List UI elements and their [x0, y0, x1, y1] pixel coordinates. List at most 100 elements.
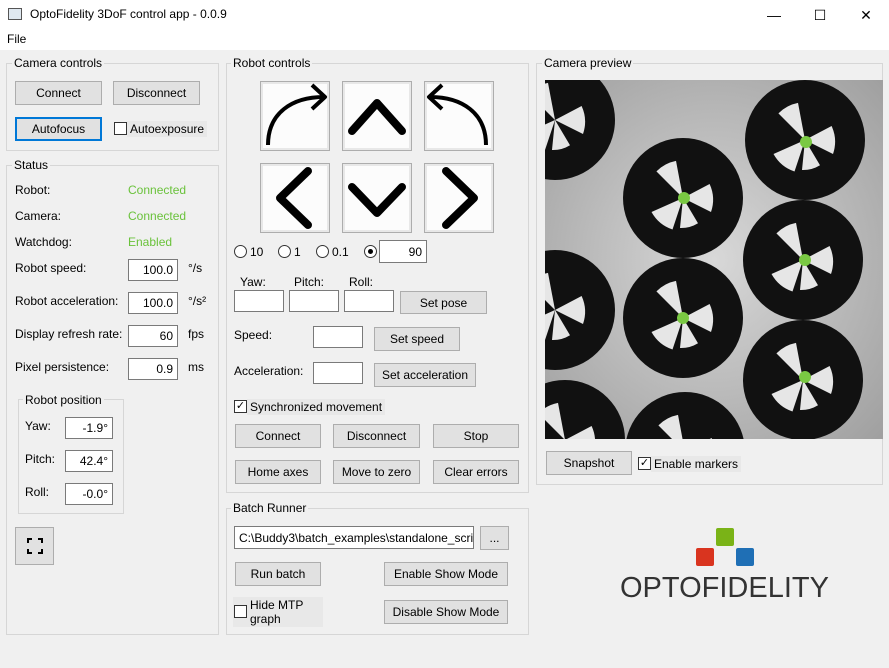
yaw-left-button[interactable]	[260, 163, 330, 233]
position-pitch-field: 42.4°	[65, 450, 113, 472]
robot-position-title: Robot position	[23, 393, 104, 407]
refresh-rate-unit: fps	[188, 327, 205, 341]
set-speed-button[interactable]: Set speed	[374, 327, 460, 351]
hide-mtp-graph-label: Hide MTP graph	[250, 598, 304, 626]
refresh-rate-label: Display refresh rate:	[15, 327, 123, 341]
position-pitch-label: Pitch:	[25, 452, 56, 466]
robot-connect-button[interactable]: Connect	[235, 424, 321, 448]
move-to-zero-button[interactable]: Move to zero	[333, 460, 420, 484]
snapshot-button[interactable]: Snapshot	[546, 451, 632, 475]
step-1-radio[interactable]	[278, 245, 291, 258]
camera-preview-title: Camera preview	[542, 56, 634, 70]
watchdog-status-value: Enabled	[128, 235, 173, 249]
home-axes-button[interactable]: Home axes	[235, 460, 321, 484]
pose-roll-label: Roll:	[349, 275, 374, 289]
set-pose-button[interactable]: Set pose	[400, 291, 487, 314]
step-0-1-radio[interactable]	[316, 245, 329, 258]
rotate-clockwise-icon	[266, 83, 327, 146]
pose-roll-input[interactable]	[344, 290, 394, 312]
autoexposure-label: Autoexposure	[127, 121, 208, 137]
status-title: Status	[12, 158, 51, 172]
synchronized-movement-checkbox[interactable]: ✓	[234, 400, 247, 413]
pose-yaw-label: Yaw:	[240, 275, 266, 289]
pixel-persistence-label: Pixel persistence:	[15, 360, 110, 374]
camera-preview-image[interactable]	[545, 80, 883, 439]
pose-pitch-input[interactable]	[289, 290, 339, 312]
batch-runner-title: Batch Runner	[231, 501, 309, 515]
clear-errors-button[interactable]: Clear errors	[433, 460, 519, 484]
autoexposure-checkbox[interactable]	[114, 122, 127, 135]
step-0-1-label: 0.1	[332, 245, 349, 259]
camera-status-label: Camera:	[15, 209, 62, 223]
browse-button[interactable]: ...	[480, 526, 509, 550]
stop-button[interactable]: Stop	[433, 424, 519, 448]
chevron-down-icon	[348, 183, 406, 217]
fullscreen-icon	[26, 538, 43, 554]
robot-controls-title: Robot controls	[231, 56, 313, 70]
minimize-button[interactable]: —	[751, 0, 797, 30]
camera-controls-title: Camera controls	[12, 56, 105, 70]
pixel-persistence-unit: ms	[188, 360, 204, 374]
robot-speed-field[interactable]: 100.0	[128, 259, 178, 281]
close-button[interactable]: ✕	[843, 0, 889, 30]
robot-disconnect-button[interactable]: Disconnect	[333, 424, 420, 448]
step-1-label: 1	[294, 245, 301, 259]
chevron-right-icon	[442, 167, 478, 229]
position-roll-label: Roll:	[25, 485, 50, 499]
position-yaw-field: -1.9°	[65, 417, 113, 439]
enable-markers-checkbox[interactable]: ✓	[638, 457, 651, 470]
marker	[678, 192, 690, 204]
robot-accel-label: Robot acceleration:	[15, 294, 119, 308]
step-10-label: 10	[250, 245, 264, 259]
refresh-rate-field[interactable]: 60	[128, 325, 178, 347]
pose-pitch-label: Pitch:	[294, 275, 325, 289]
pose-yaw-input[interactable]	[234, 290, 284, 312]
enable-markers-label: Enable markers	[651, 456, 742, 472]
custom-step-field[interactable]: 90	[379, 240, 427, 263]
hide-mtp-graph-checkbox[interactable]	[234, 605, 247, 618]
rotate-ccw-button[interactable]	[424, 81, 494, 151]
title-bar: OptoFidelity 3DoF control app - 0.0.9 — …	[0, 0, 889, 30]
synchronized-movement-label: Synchronized movement	[247, 399, 386, 415]
camera-disconnect-button[interactable]: Disconnect	[113, 81, 200, 105]
minimize-icon: —	[767, 7, 781, 23]
disable-show-mode-button[interactable]: Disable Show Mode	[384, 600, 508, 624]
optofidelity-logo-text: OPTOFIDELITY	[620, 572, 829, 604]
acceleration-input[interactable]	[313, 362, 363, 384]
preview-target-pattern	[545, 80, 883, 439]
position-yaw-label: Yaw:	[25, 419, 51, 433]
rotate-cw-button[interactable]	[260, 81, 330, 151]
rotate-counterclockwise-icon	[427, 83, 488, 146]
robot-speed-label: Robot speed:	[15, 261, 87, 275]
robot-accel-field[interactable]: 100.0	[128, 292, 178, 314]
speed-input[interactable]	[313, 326, 363, 348]
pixel-persistence-field[interactable]: 0.9	[128, 358, 178, 380]
yaw-right-button[interactable]	[424, 163, 494, 233]
autofocus-button[interactable]: Autofocus	[15, 117, 102, 141]
fullscreen-button[interactable]	[15, 527, 54, 565]
pitch-up-button[interactable]	[342, 81, 412, 151]
batch-path-input[interactable]: C:\Buddy3\batch_examples\standalone_scri	[234, 526, 474, 549]
optofidelity-logo-mark	[696, 528, 756, 570]
maximize-button[interactable]: ☐	[797, 0, 843, 30]
marker	[800, 136, 812, 148]
position-roll-field: -0.0°	[65, 483, 113, 505]
robot-speed-unit: °/s	[188, 261, 203, 275]
enable-show-mode-button[interactable]: Enable Show Mode	[384, 562, 508, 586]
pitch-down-button[interactable]	[342, 163, 412, 233]
robot-status-label: Robot:	[15, 183, 51, 197]
marker	[799, 254, 811, 266]
chevron-up-icon	[348, 99, 406, 135]
set-acceleration-button[interactable]: Set acceleration	[374, 363, 476, 387]
app-icon	[8, 8, 22, 20]
step-10-radio[interactable]	[234, 245, 247, 258]
run-batch-button[interactable]: Run batch	[235, 562, 321, 586]
marker	[677, 312, 689, 324]
watchdog-status-label: Watchdog:	[15, 235, 72, 249]
step-custom-radio[interactable]	[364, 245, 377, 258]
camera-connect-button[interactable]: Connect	[15, 81, 102, 105]
menu-file[interactable]: File	[7, 32, 26, 46]
maximize-icon: ☐	[813, 6, 827, 23]
marker	[799, 371, 811, 383]
chevron-left-icon	[276, 167, 312, 229]
